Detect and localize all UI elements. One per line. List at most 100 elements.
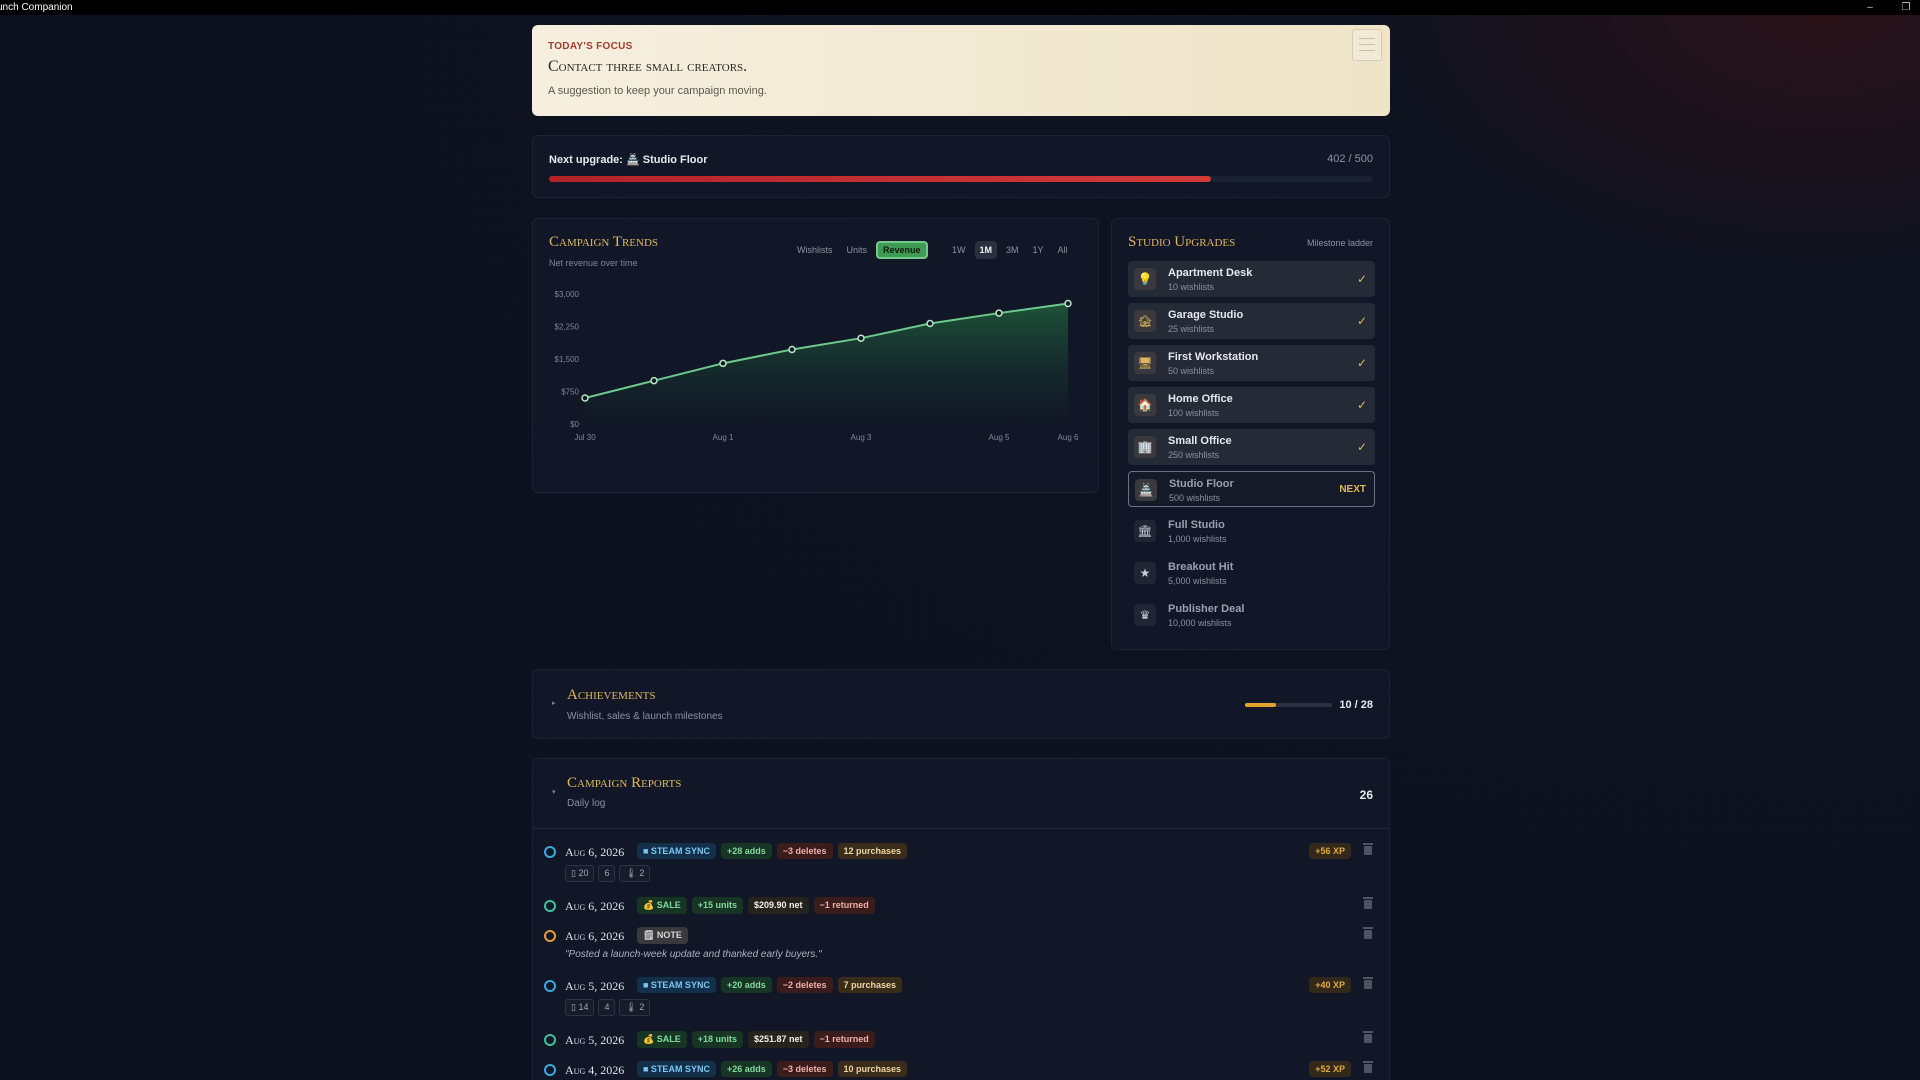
entry-chips: ■ STEAM SYNC +20 adds −2 deletes 7 purchase… [637, 977, 903, 993]
entry-stat-chip: 12 purchases [837, 843, 908, 859]
trends-subtitle: Net revenue over time [549, 258, 638, 268]
x-tick-label: Aug 6 [1058, 433, 1079, 442]
entry-substat: ▯ 14 [565, 999, 595, 1016]
focus-headline: Contact three small creators. [548, 58, 748, 75]
entry-status-icon [544, 1034, 556, 1046]
upgrade-requirement: 1,000 wishlists [1168, 534, 1227, 544]
trash-icon[interactable] [1363, 897, 1373, 909]
tab-units[interactable]: Units [842, 241, 873, 259]
trash-icon[interactable] [1363, 1061, 1373, 1073]
upgrade-item[interactable]: 🏛 Full Studio 1,000 wishlists [1128, 513, 1375, 549]
studio-title: Studio Upgrades [1128, 234, 1236, 250]
studio-upgrades-card: Studio Upgrades Milestone ladder 💡 Apartm… [1111, 218, 1390, 650]
entry-type-badge: 💰 SALE [637, 1031, 687, 1048]
upgrade-name: Apartment Desk [1168, 267, 1253, 279]
trash-icon[interactable] [1363, 977, 1373, 989]
range-3m[interactable]: 3M [1001, 241, 1024, 259]
y-tick-label: $1,500 [555, 355, 580, 364]
range-1w[interactable]: 1W [947, 241, 971, 259]
trash-icon[interactable] [1363, 927, 1373, 939]
upgrade-item[interactable]: 🏯 Studio Floor 500 wishlists NEXT [1128, 471, 1375, 507]
entry-substats: ▯ 14 4 🌡 2 [565, 999, 651, 1016]
upgrade-item[interactable]: 💡 Apartment Desk 10 wishlists ✓ [1128, 261, 1375, 297]
range-all[interactable]: All [1053, 241, 1073, 259]
x-tick-label: Jul 30 [574, 433, 596, 442]
y-tick-label: $2,250 [555, 323, 580, 332]
reports-subtitle: Daily log [567, 798, 606, 809]
data-point [719, 359, 727, 368]
notepad-icon [1352, 29, 1382, 61]
upgrade-item[interactable]: ★ Breakout Hit 5,000 wishlists [1128, 555, 1375, 591]
upgrade-item[interactable]: ♛ Publisher Deal 10,000 wishlists [1128, 597, 1375, 633]
building-icon: 🏛 [1134, 520, 1156, 542]
next-upgrade-card: Next upgrade: 🏯 Studio Floor 402 / 500 [532, 135, 1390, 198]
data-point [581, 394, 589, 402]
upgrade-progress-fill [549, 176, 1212, 182]
trash-icon[interactable] [1363, 1031, 1373, 1043]
entry-substat: 🌡 2 [619, 999, 651, 1016]
minimize-button[interactable]: – [1860, 0, 1880, 15]
entry-substat: 4 [598, 999, 616, 1016]
upgrade-item[interactable]: 🏢 Small Office 250 wishlists ✓ [1128, 429, 1375, 465]
data-point [1064, 299, 1072, 308]
upgrade-item[interactable]: 🏚 Garage Studio 25 wishlists ✓ [1128, 303, 1375, 339]
upgrade-requirement: 100 wishlists [1168, 408, 1220, 418]
next-upgrade-count: 402 / 500 [1327, 153, 1373, 165]
entry-type-badge: ■ STEAM SYNC [637, 977, 716, 993]
upgrade-requirement: 50 wishlists [1168, 366, 1215, 376]
check-icon: ✓ [1356, 398, 1367, 412]
upgrade-name: Garage Studio [1168, 309, 1244, 321]
entry-stat-chip: −3 deletes [776, 843, 833, 859]
y-tick-label: $3,000 [555, 290, 580, 299]
y-tick-label: $750 [561, 388, 579, 397]
entry-stat-chip: +20 adds [720, 977, 772, 993]
upgrade-name: Full Studio [1168, 519, 1225, 531]
upgrade-progress-bar [549, 176, 1373, 182]
tab-revenue[interactable]: Revenue [876, 241, 928, 259]
entry-substat: 🌡 2 [619, 865, 651, 882]
entry-type-badge: 🗒 NOTE [637, 927, 688, 944]
todays-focus-card: TODAY'S FOCUS Contact three small creato… [532, 25, 1390, 116]
achievements-section[interactable]: ▸ Achievements Wishlist, sales & launch … [532, 669, 1390, 739]
collapse-caret-icon[interactable]: ▾ [552, 788, 556, 796]
garage-icon: 🏚 [1134, 310, 1156, 332]
entry-status-icon [544, 980, 556, 992]
upgrade-item[interactable]: 🏠 Home Office 100 wishlists ✓ [1128, 387, 1375, 423]
entry-substats: ▯ 20 6 🌡 2 [565, 865, 651, 882]
entry-status-icon [544, 930, 556, 942]
expand-caret-icon[interactable]: ▸ [552, 699, 556, 707]
entry-date: Aug 6, 2026 [565, 899, 625, 913]
monitor-icon: 🖥 [1134, 352, 1156, 374]
entry-chips: 💰 SALE +18 units $251.87 net −1 returned [637, 1031, 875, 1048]
entry-date: Aug 4, 2026 [565, 1063, 625, 1077]
entry-date: Aug 6, 2026 [565, 929, 625, 943]
upgrade-requirement: 5,000 wishlists [1168, 576, 1227, 586]
entry-date: Aug 5, 2026 [565, 1033, 625, 1047]
divider [533, 828, 1389, 829]
range-1m[interactable]: 1M [974, 241, 998, 259]
data-point [926, 319, 934, 328]
upgrade-requirement: 10 wishlists [1168, 282, 1215, 292]
entry-stat-chip: −3 deletes [776, 1061, 833, 1077]
achievements-title: Achievements [567, 687, 656, 703]
upgrade-requirement: 500 wishlists [1169, 493, 1221, 503]
campaign-trends-card: Campaign Trends Net revenue over time Wi… [532, 218, 1099, 493]
star-icon: ★ [1134, 562, 1156, 584]
restore-button[interactable]: ❐ [1896, 0, 1916, 15]
window-titlebar: unch Companion – ❐ [0, 0, 1920, 15]
check-icon: ✓ [1356, 272, 1367, 286]
trash-icon[interactable] [1363, 843, 1373, 855]
entry-note-text: "Posted a launch-week update and thanked… [565, 949, 822, 960]
range-1y[interactable]: 1Y [1028, 241, 1049, 259]
entry-substat: ▯ 20 [565, 865, 595, 882]
campaign-reports-section: ▾ Campaign Reports Daily log 26 Aug 6, 2… [532, 758, 1390, 1080]
check-icon: ✓ [1356, 314, 1367, 328]
achievements-progress-fill [1245, 703, 1277, 707]
upgrade-item[interactable]: 🖥 First Workstation 50 wishlists ✓ [1128, 345, 1375, 381]
crown-icon: ♛ [1134, 604, 1156, 626]
entry-status-icon [544, 846, 556, 858]
entry-date: Aug 6, 2026 [565, 845, 625, 859]
next-upgrade-label: Next upgrade: 🏯 Studio Floor [549, 154, 708, 166]
entry-stat-chip: 10 purchases [837, 1061, 908, 1077]
tab-wishlists[interactable]: Wishlists [792, 241, 838, 259]
